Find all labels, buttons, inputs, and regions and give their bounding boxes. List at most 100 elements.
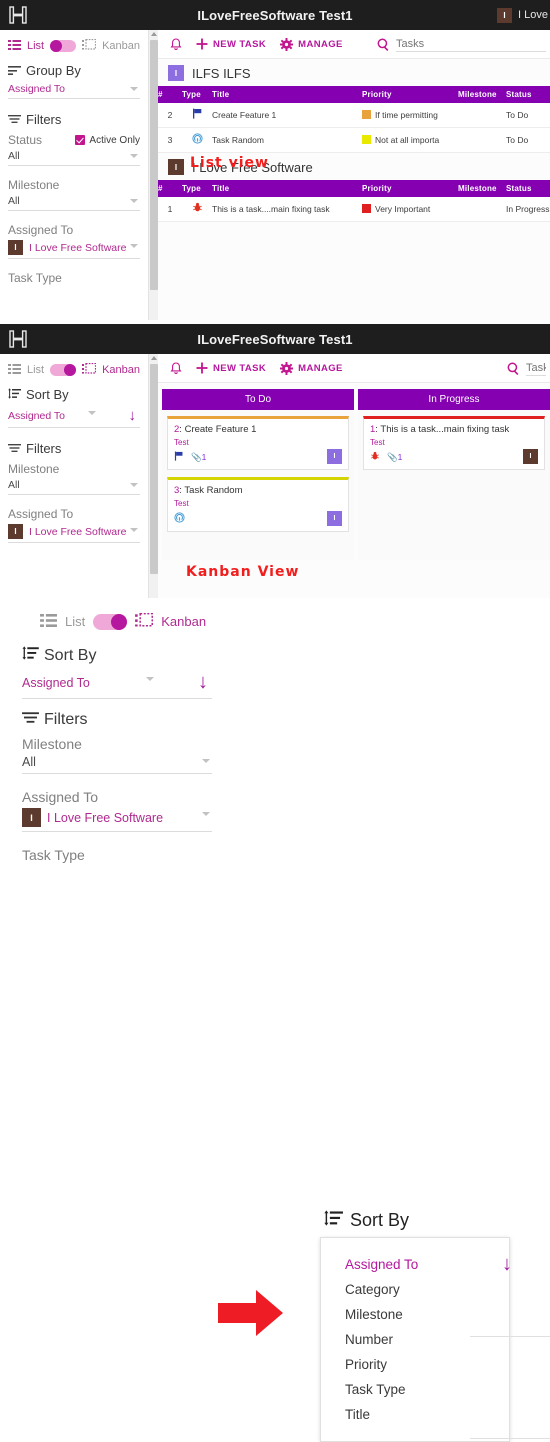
kanban-card[interactable]: 1: This is a task...main fixing task Tes… <box>363 416 545 470</box>
priority-label: Not at all importa <box>375 135 440 145</box>
view-toggle-switch[interactable] <box>50 40 77 52</box>
new-task-label: NEW TASK <box>213 38 267 50</box>
priority-label: If time permitting <box>375 110 438 120</box>
view-toggle[interactable]: List Kanban <box>8 360 140 383</box>
new-task-button[interactable]: NEW TASK <box>196 362 266 374</box>
bell-icon[interactable] <box>170 361 182 375</box>
toggle-label-kanban[interactable]: Kanban <box>161 614 206 629</box>
toggle-label-list[interactable]: List <box>27 364 44 376</box>
app-header-bar: ILoveFreeSoftware Test1 <box>0 324 550 354</box>
priority-swatch <box>362 204 371 213</box>
table-header-row: # Type Title Priority Milestone Status C… <box>158 180 550 197</box>
menu-item-assigned-to[interactable]: Assigned To <box>321 1252 509 1277</box>
toggle-label-list[interactable]: List <box>27 40 44 52</box>
col-title[interactable]: Title <box>212 180 362 197</box>
user-account[interactable]: I I Love <box>497 0 550 30</box>
filters-label: Filters <box>44 711 88 728</box>
kanban-icon <box>135 612 154 630</box>
sort-by-select[interactable]: Assigned To ↓ <box>22 669 212 699</box>
sidebar-scrollbar[interactable] <box>148 354 158 598</box>
sort-direction-arrow-icon[interactable]: ↓ <box>502 1253 512 1276</box>
active-only-checkbox[interactable]: Active Only <box>75 135 140 146</box>
sidebar-scrollbar[interactable] <box>148 30 158 320</box>
chevron-down-icon <box>130 199 138 203</box>
filter-assigned-to-select[interactable]: I I Love Free Software <box>8 238 140 259</box>
manage-button[interactable]: MANAGE <box>280 37 343 51</box>
bell-icon[interactable] <box>170 37 182 51</box>
col-status[interactable]: Status <box>506 180 550 197</box>
filter-milestone-select[interactable]: All <box>8 193 140 211</box>
col-milestone[interactable]: Milestone <box>458 86 506 103</box>
support-icon <box>191 133 203 147</box>
filter-status-select[interactable]: All <box>8 148 140 166</box>
underline-divider <box>470 1438 550 1439</box>
attach-count-value: 1 <box>397 451 403 462</box>
col-priority[interactable]: Priority <box>362 86 458 103</box>
col-number[interactable]: # <box>158 180 182 197</box>
toggle-label-list[interactable]: List <box>65 614 85 629</box>
filter-assigned-to-select[interactable]: I I Love Free Software <box>22 806 212 832</box>
menu-item-milestone[interactable]: Milestone <box>321 1302 509 1327</box>
sort-by-dropdown-heading: Sort By <box>320 1210 510 1231</box>
col-number[interactable]: # <box>158 86 182 103</box>
filter-icon <box>8 441 21 456</box>
table-row[interactable]: 3 Task Random Not at all importa To Do <box>158 127 550 153</box>
list-icon <box>8 363 21 377</box>
group-avatar: I <box>168 159 184 175</box>
filter-milestone-select[interactable]: All <box>22 753 212 774</box>
col-milestone[interactable]: Milestone <box>458 180 506 197</box>
col-type[interactable]: Type <box>182 180 212 197</box>
menu-item-title[interactable]: Title <box>321 1402 509 1427</box>
filter-task-type-label: Task Type <box>22 847 85 863</box>
kanban-board: To Do 2: Create Feature 1 Test 📎1 I 3: T… <box>158 383 550 560</box>
col-status[interactable]: Status <box>506 86 550 103</box>
filters-heading: Filters <box>22 711 212 733</box>
scrollbar-thumb[interactable] <box>150 364 158 574</box>
right-arrow-pointer <box>218 1288 284 1343</box>
kanban-card[interactable]: 3: Task Random Test I <box>167 477 349 532</box>
scroll-up-icon[interactable] <box>151 32 157 36</box>
arrow-down-icon[interactable]: ↓ <box>198 671 212 694</box>
cell-status: In Progress <box>506 197 550 222</box>
chevron-down-icon <box>130 528 138 532</box>
manage-button[interactable]: MANAGE <box>280 361 343 375</box>
sort-by-select[interactable]: Assigned To ↓ <box>8 405 140 428</box>
search-area[interactable] <box>377 36 550 52</box>
scrollbar-thumb[interactable] <box>150 40 158 290</box>
group-by-icon <box>8 63 21 78</box>
checkbox-checked-icon <box>75 135 86 145</box>
filter-assigned-to-select[interactable]: I I Love Free Software <box>8 522 140 543</box>
search-input[interactable] <box>396 36 546 52</box>
view-toggle[interactable]: List Kanban <box>22 610 212 636</box>
toggle-label-kanban[interactable]: Kanban <box>102 364 140 376</box>
list-icon <box>8 39 21 53</box>
cell-priority: If time permitting <box>362 103 458 128</box>
table-header-row: # Type Title Priority Milestone Status C… <box>158 86 550 103</box>
chevron-down-icon <box>202 812 210 816</box>
search-area[interactable] <box>507 360 550 376</box>
toggle-label-kanban[interactable]: Kanban <box>102 40 140 52</box>
scroll-up-icon[interactable] <box>151 356 157 360</box>
search-input[interactable] <box>526 360 546 376</box>
cell-milestone <box>458 127 506 153</box>
table-row[interactable]: 1 This is a task....main fixing task Ver… <box>158 197 550 222</box>
plus-icon <box>196 362 208 374</box>
group-by-select[interactable]: Assigned To <box>8 81 140 99</box>
table-row[interactable]: 2 Create Feature 1 If time permitting To… <box>158 103 550 128</box>
arrow-down-icon[interactable]: ↓ <box>129 407 141 424</box>
view-toggle-switch[interactable] <box>50 364 77 376</box>
menu-item-priority[interactable]: Priority <box>321 1352 509 1377</box>
menu-item-number[interactable]: Number <box>321 1327 509 1352</box>
col-title[interactable]: Title <box>212 86 362 103</box>
kanban-card[interactable]: 2: Create Feature 1 Test 📎1 I <box>167 416 349 470</box>
gear-icon <box>280 361 294 375</box>
filter-milestone-select[interactable]: All <box>8 477 140 495</box>
card-category: Test <box>174 499 189 508</box>
view-toggle[interactable]: List Kanban <box>8 36 140 59</box>
col-priority[interactable]: Priority <box>362 180 458 197</box>
col-type[interactable]: Type <box>182 86 212 103</box>
menu-item-category[interactable]: Category <box>321 1277 509 1302</box>
menu-item-task-type[interactable]: Task Type <box>321 1377 509 1402</box>
view-toggle-switch[interactable] <box>93 613 128 630</box>
new-task-button[interactable]: NEW TASK <box>196 38 266 50</box>
